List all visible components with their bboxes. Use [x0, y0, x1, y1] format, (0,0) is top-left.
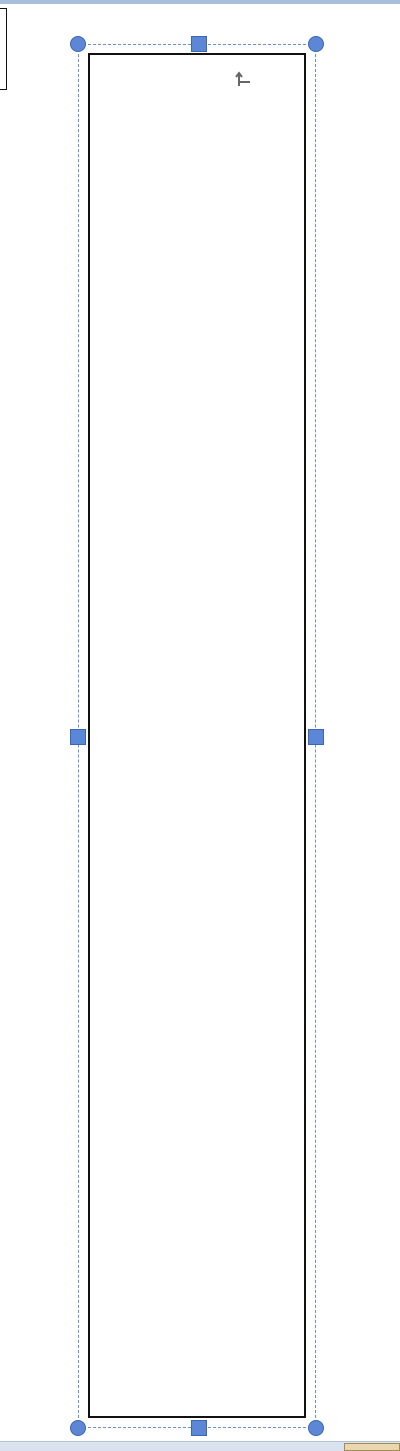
handle-middle-right[interactable]	[308, 729, 324, 745]
ruler-bar	[0, 0, 400, 4]
handle-bottom-right[interactable]	[308, 1420, 324, 1436]
handle-top-left[interactable]	[70, 36, 86, 52]
adjacent-shape[interactable]	[0, 8, 7, 90]
document-canvas	[0, 0, 400, 1451]
anchor-icon[interactable]	[233, 66, 255, 90]
handle-bottom-middle[interactable]	[191, 1420, 207, 1436]
handle-bottom-left[interactable]	[70, 1420, 86, 1436]
status-strip	[0, 1441, 400, 1451]
handle-top-middle[interactable]	[191, 36, 207, 52]
text-box-shape[interactable]	[88, 53, 306, 1418]
bottom-tab[interactable]	[344, 1443, 400, 1451]
handle-top-right[interactable]	[308, 36, 324, 52]
handle-middle-left[interactable]	[70, 729, 86, 745]
